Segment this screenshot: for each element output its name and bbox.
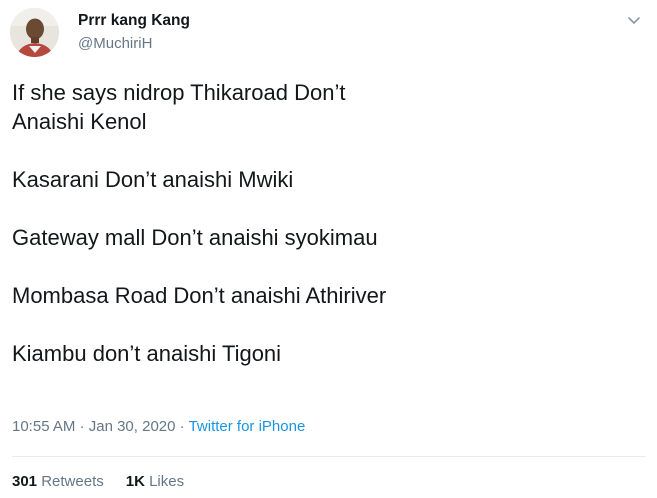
tweet-metadata: 10:55 AM · Jan 30, 2020 · Twitter for iP… bbox=[12, 418, 305, 435]
tweet-text-line: Gateway mall Don’t anaishi syokimau bbox=[12, 225, 378, 250]
author-handle[interactable]: @MuchiriH bbox=[78, 35, 152, 52]
meta-separator: · bbox=[79, 418, 85, 435]
tweet-source-link[interactable]: Twitter for iPhone bbox=[189, 418, 306, 435]
chevron-down-icon[interactable] bbox=[624, 10, 644, 30]
avatar[interactable] bbox=[10, 8, 59, 57]
meta-separator: · bbox=[179, 418, 185, 435]
tweet-text-line: Kiambu don’t anaishi Tigoni bbox=[12, 341, 282, 366]
tweet-text-line: Kasarani Don’t anaishi Mwiki bbox=[12, 167, 294, 192]
tweet-stats: 301 Retweets 1K Likes bbox=[12, 473, 184, 490]
tweet-date[interactable]: Jan 30, 2020 bbox=[89, 418, 176, 435]
retweets-label: Retweets bbox=[41, 473, 104, 490]
tweet-text-line: If she says nidrop Thikaroad Don’t bbox=[12, 80, 346, 105]
retweets-count: 301 bbox=[12, 473, 38, 490]
likes-stat[interactable]: 1K Likes bbox=[126, 473, 184, 490]
tweet-text: If she says nidrop Thikaroad Don’t Anais… bbox=[12, 78, 642, 368]
tweet-text-line: Anaishi Kenol bbox=[12, 109, 147, 134]
likes-label: Likes bbox=[149, 473, 185, 490]
retweets-stat[interactable]: 301 Retweets bbox=[12, 473, 104, 490]
divider bbox=[12, 456, 646, 457]
author-display-name[interactable]: Prrr kang Kang bbox=[78, 12, 190, 30]
tweet-time[interactable]: 10:55 AM bbox=[12, 418, 75, 435]
tweet-card: Prrr kang Kang @MuchiriH If she says nid… bbox=[0, 0, 657, 498]
tweet-text-line: Mombasa Road Don’t anaishi Athiriver bbox=[12, 283, 387, 308]
likes-count: 1K bbox=[125, 473, 145, 490]
